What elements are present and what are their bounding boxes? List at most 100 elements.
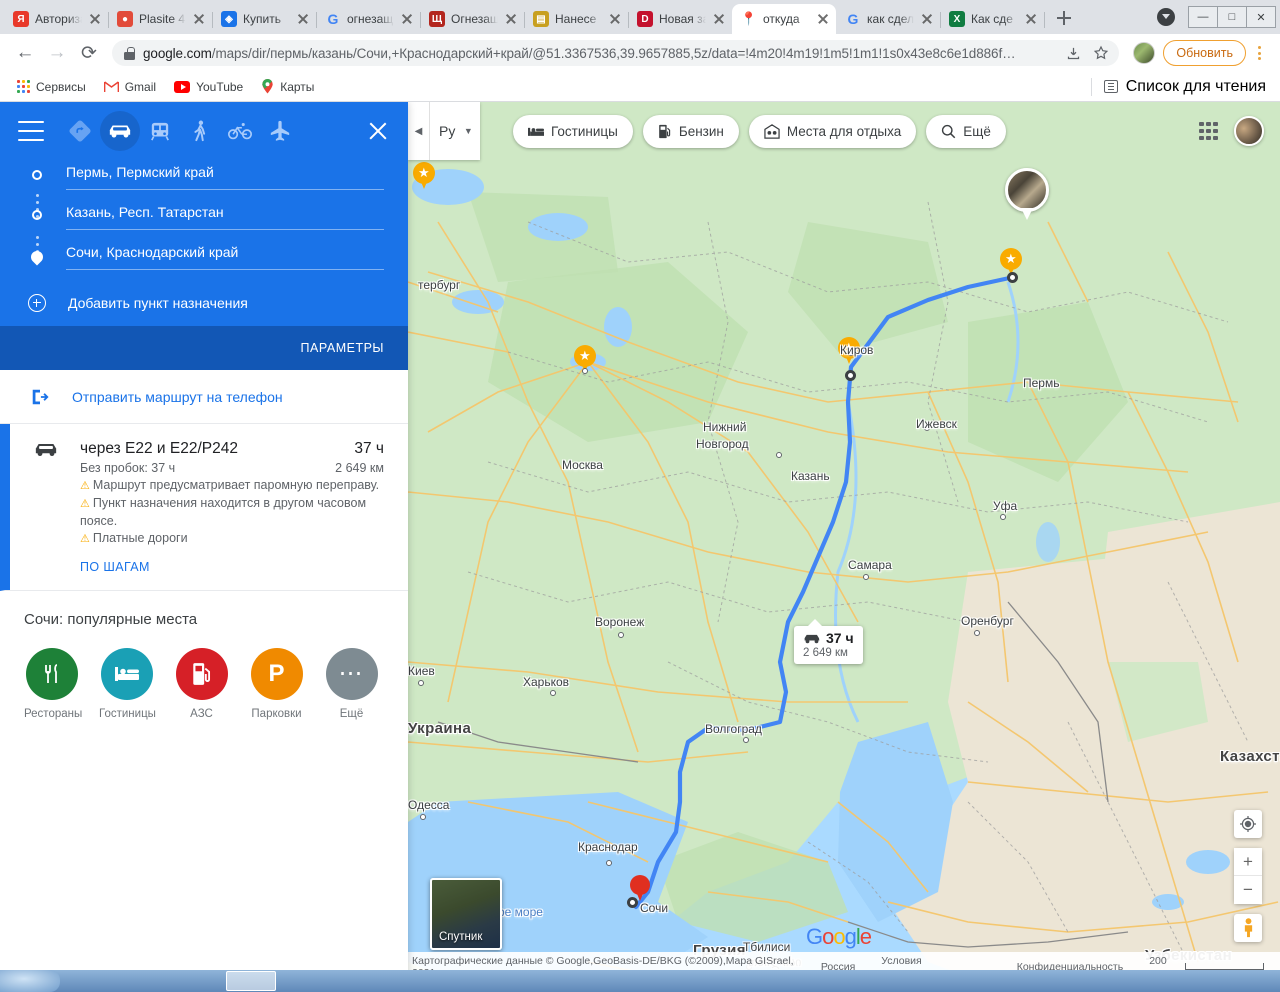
chip-gas[interactable]: Бензин [642,115,739,148]
taskbar-item[interactable] [118,971,168,991]
browser-tab[interactable]: ● Plasite 4 [108,4,213,34]
profile-avatar[interactable] [1133,42,1156,64]
tab-close-icon[interactable] [920,12,934,26]
category-hotel[interactable]: Гостиницы [99,648,156,720]
pegman-icon[interactable] [1234,914,1262,942]
bookmark-maps[interactable]: Карты [254,76,321,97]
tab-close-icon[interactable] [712,12,726,26]
hamburger-menu-icon[interactable] [18,121,44,141]
browser-tab[interactable]: Gкак сдел [836,4,941,34]
tab-close-icon[interactable] [816,12,830,26]
new-tab-button[interactable] [1050,4,1078,32]
stop-input[interactable]: Казань, Респ. Татарстан [66,204,384,230]
map-canvas[interactable]: ◀ Ру ▼ Гостиницы Бензин Места для отдыха… [408,102,1280,992]
tab-list-dropdown-icon[interactable] [1157,8,1175,26]
city-dot-moscow [582,368,588,374]
update-button[interactable]: Обновить [1163,40,1246,66]
mode-flights[interactable] [260,111,300,151]
reload-button[interactable]: ⟳ [74,38,104,68]
browser-tab[interactable]: Я Авторизация [4,4,109,34]
lock-icon [124,46,135,60]
taskbar-item[interactable] [172,971,222,991]
close-directions-button[interactable] [366,119,390,143]
chevron-down-icon[interactable]: ▼ [462,126,480,136]
city-dot-samara [863,574,869,580]
mode-cycling[interactable] [220,111,260,151]
my-location-icon[interactable] [1234,810,1262,838]
star-icon[interactable] [1091,43,1111,63]
waypoint-marker-sochi[interactable] [627,897,638,908]
browser-tab[interactable]: Щ Огнезащ [420,4,525,34]
waypoint-marker-kazan[interactable] [845,370,856,381]
category-label: Ещё [339,708,364,720]
mode-transit[interactable] [140,111,180,151]
browser-tab[interactable]: 📍 откуда [732,4,836,34]
chip-attractions[interactable]: Места для отдыха [748,115,917,148]
tab-close-icon[interactable] [400,12,414,26]
start-button[interactable] [0,970,60,992]
category-more-dots[interactable]: ⋯ Ещё [324,648,379,720]
mode-driving[interactable] [100,111,140,151]
browser-tab[interactable]: ▤ Нанесе [524,4,629,34]
photo-marker[interactable] [1005,168,1049,220]
close-window-button[interactable]: ✕ [1246,6,1276,28]
waypoint-marker-perm[interactable] [1007,272,1018,283]
waypoint-row-destination[interactable]: Сочи, Краснодарский край [28,244,384,284]
category-restaurant[interactable]: Рестораны [24,648,82,720]
taskbar-item[interactable] [280,971,330,991]
zoom-in-button[interactable]: + [1234,848,1262,876]
fire-icon: Щ [429,11,445,27]
category-parking[interactable]: P Парковки [249,648,304,720]
destination-input[interactable]: Сочи, Краснодарский край [66,244,384,270]
chip-label: Места для отдыха [786,124,902,139]
kebab-menu-icon[interactable] [1248,40,1270,66]
mode-best-route[interactable] [60,111,100,151]
send-to-phone-row[interactable]: Отправить маршрут на телефон [0,370,408,424]
zoom-out-button[interactable]: − [1234,876,1262,904]
origin-input[interactable]: Пермь, Пермский край [66,164,384,190]
step-by-step-link[interactable]: ПО ШАГАМ [80,560,384,574]
add-destination-button[interactable]: Добавить пункт назначения [0,284,408,312]
satellite-label: Спутник [439,931,483,943]
satellite-toggle[interactable]: Спутник [430,878,502,950]
tab-close-icon[interactable] [88,12,102,26]
tab-close-icon[interactable] [504,12,518,26]
account-avatar[interactable] [1234,116,1264,146]
install-icon[interactable] [1063,43,1083,63]
bookmark-gmail[interactable]: Gmail [97,77,163,97]
reading-list-button[interactable]: Список для чтения [1090,77,1270,96]
bookmark-services[interactable]: Сервисы [10,77,93,97]
minimize-button[interactable]: — [1188,6,1218,28]
waypoint-row-stop[interactable]: Казань, Респ. Татарстан [30,204,384,244]
tab-close-icon[interactable] [192,12,206,26]
chip-hotels[interactable]: Гостиницы [513,115,633,148]
tab-close-icon[interactable] [296,12,310,26]
route-duration-badge[interactable]: 37 ч 2 649 км [794,619,863,664]
options-bar[interactable]: ПАРАМЕТРЫ [0,326,408,370]
address-bar[interactable]: google.com/maps/dir/пермь/казань/Сочи,+К… [112,40,1120,66]
tab-close-icon[interactable] [608,12,622,26]
taskbar-item[interactable] [64,971,114,991]
bookmark-youtube[interactable]: YouTube [167,77,250,97]
map-pin-saint-petersburg[interactable]: ★ [413,162,435,192]
taskbar-item-active[interactable] [226,971,276,991]
apps-grid-icon[interactable] [1199,121,1218,141]
maximize-button[interactable]: □ [1217,6,1247,28]
browser-tab[interactable]: ◈ Купить [212,4,317,34]
route-duration: 37 ч [354,440,384,457]
chip-more[interactable]: Ещё [926,115,1006,148]
category-gas-station[interactable]: АЗС [174,648,229,720]
language-selector[interactable]: ◀ Ру ▼ [408,102,481,160]
collapse-panel-icon[interactable]: ◀ [408,102,430,160]
waypoint-row-origin[interactable]: Пермь, Пермский край [30,164,384,204]
mode-walking[interactable] [180,111,220,151]
eye-icon: ◈ [221,11,237,27]
tab-close-icon[interactable] [1024,12,1038,26]
browser-tab[interactable]: Gогнезащ [316,4,421,34]
back-button[interactable]: ← [10,38,40,68]
browser-tab[interactable]: D Новая за [628,4,732,34]
route-option-card[interactable]: через E22 и E22/P242 37 ч Без пробок: 37… [0,424,408,591]
city-dot-orenburg [974,630,980,636]
browser-tab[interactable]: X Как сде [940,4,1045,34]
popular-places-title: Сочи: популярные места [24,611,198,628]
